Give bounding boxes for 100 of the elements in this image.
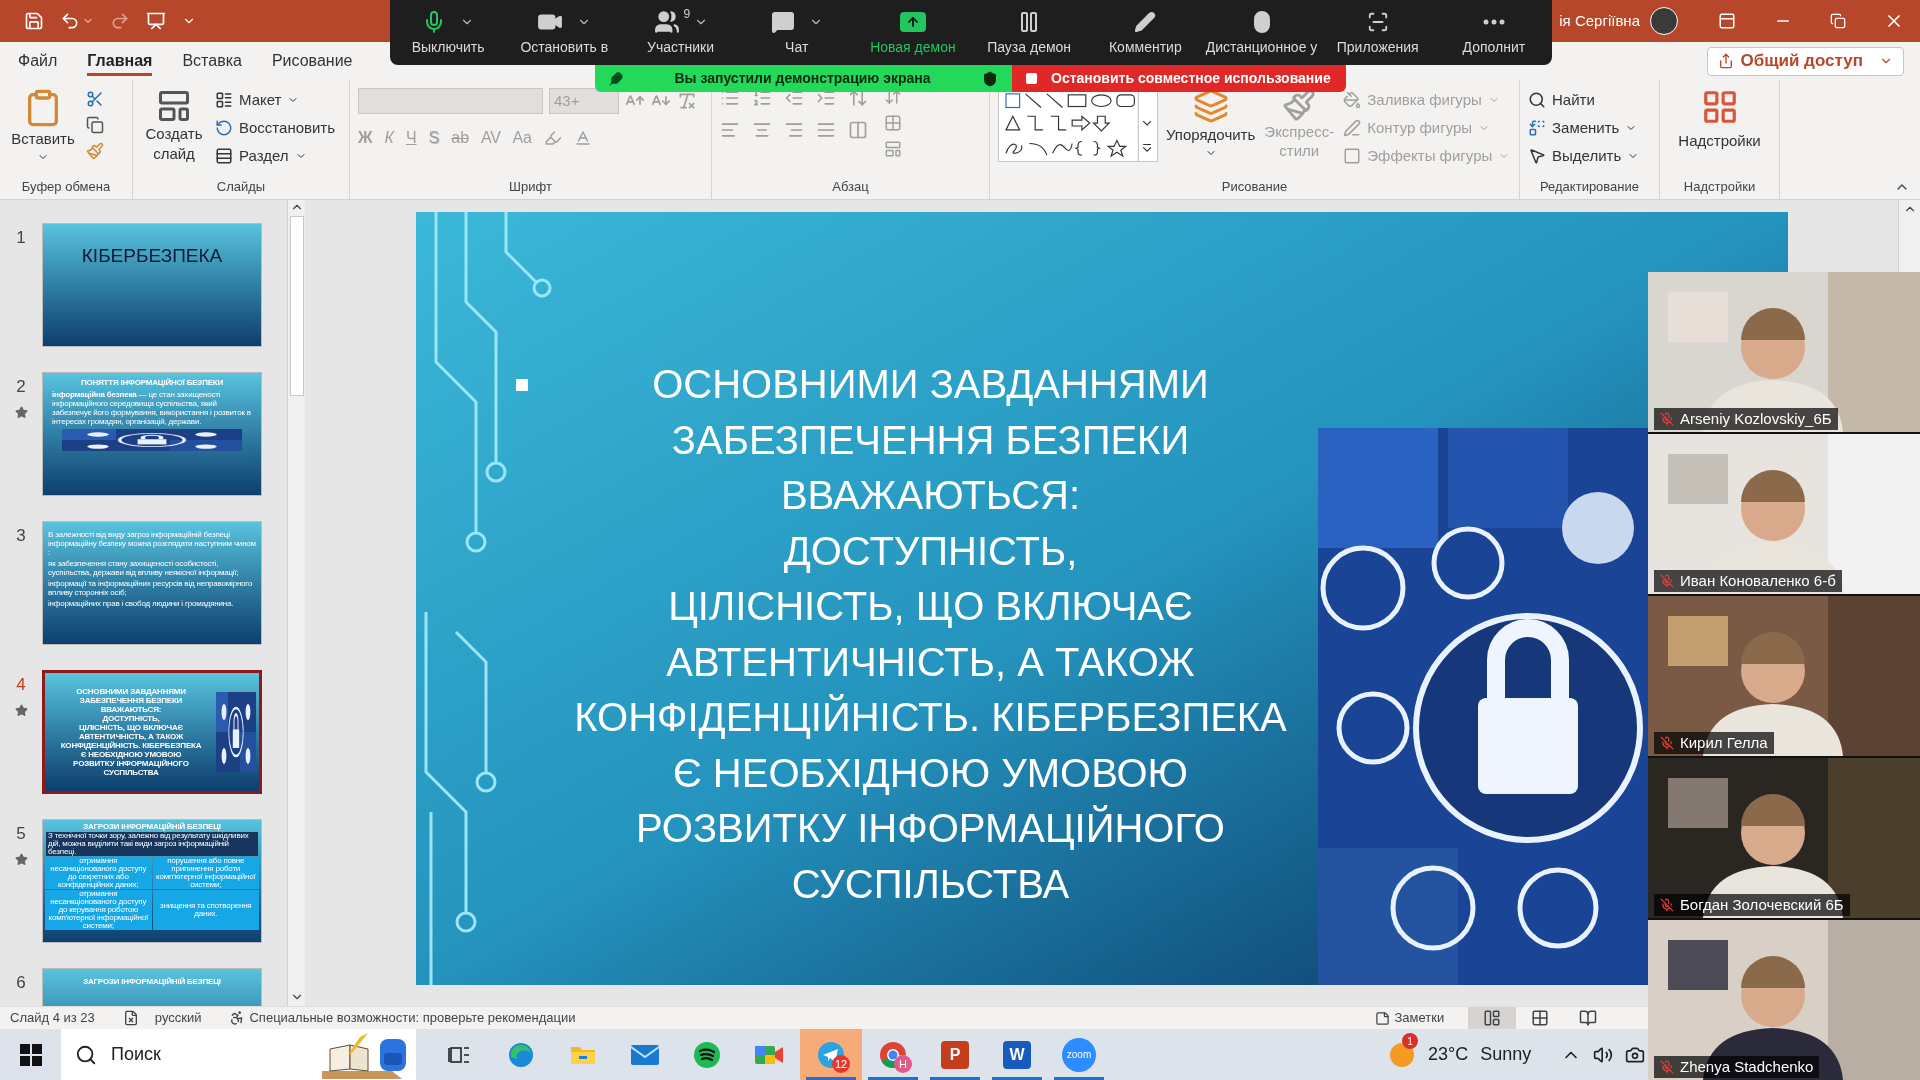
accessibility-status[interactable]: Специальные возможности: проверьте рекомендации [249,1008,576,1028]
search-field[interactable]: Поиск [61,1029,416,1080]
slide-text: інформаційна безпека — це стан захищеності інформаційного середовища суспільства, який забезпечує його формування, використання і розвиток в інтересах громадян, організацій, держави. [52,390,252,426]
running-indicator [1054,1077,1104,1080]
highlighter-icon[interactable] [544,129,562,147]
ribbon-display-icon[interactable] [1718,12,1736,30]
slide-thumbnail[interactable] [42,372,262,496]
slides-option[interactable]: Макет [215,88,336,112]
font-color-icon[interactable] [574,129,592,147]
toolbar-button[interactable]: Чат [738,0,855,65]
justify-icon[interactable] [816,120,836,140]
running-indicator [806,1077,856,1080]
format-painter-icon[interactable] [86,142,104,160]
group-label: Редактирование [1540,178,1639,196]
intro-box: З технічної точки зору, залежно від результату шкідливих дій, можна виділити такі види загроз інформаційній безпеці. [46,832,258,856]
notification-badge: H [894,1055,912,1073]
document-app-icon[interactable]: W [1003,1040,1031,1069]
slide-title: ЗАГРОЗИ ІНФОРМАЦІЙНІЙ БЕЗПЕЦІ [83,977,221,988]
more-icon [1482,19,1505,25]
menu-tab[interactable]: Вставка [182,46,242,76]
toolbar-button[interactable]: Приложения [1319,0,1436,65]
menu-tab[interactable]: Главная [87,46,153,76]
new-slide-button[interactable]: Создать слайд [141,88,207,164]
presentation-app-icon[interactable]: P [941,1040,969,1069]
table-cell: отримання несанкціонованого доступу до керування роботою комп'ютерної інформаційної системи; [45,890,152,930]
present-icon[interactable] [146,11,166,31]
toolbar-button[interactable]: Выключить [390,0,507,65]
cut-icon[interactable] [86,90,104,108]
slide-thumbnail[interactable]: ОСНОВНИМИ ЗАВДАННЯМИ ЗАБЕЗПЕЧЕННЯ БЕЗПЕКИ ВВАЖАЮТЬСЯ: ДОСТУПНІСТЬ, ЦІЛІСНІСТЬ, ЩО ВКЛЮЧАЄ АВТЕНТИЧНІСТЬ, А ТАКОЖ КОНФІДЕНЦІЙНІСТЬ. КІБЕРБЕЗПЕКА Є НЕОБХІДНОЮ УМОВОЮ РОЗВИТКУ ІНФОРМАЦІЙНОГО СУСПІЛЬСТВА [42,670,262,794]
language-label[interactable]: русский [154,1008,202,1028]
menu-tab[interactable]: Рисование [271,46,353,76]
toolbar-button[interactable]: Дистанционное у [1203,0,1320,65]
participant-name: Zhenya Stadchenko [1680,1056,1814,1077]
slide-number: 6 [16,972,26,994]
slide-layout-icon [156,88,192,124]
book-icon [1579,1009,1598,1027]
scrollbar-thumb[interactable] [289,216,304,396]
taskbar-app[interactable]: W [986,1029,1048,1080]
toolbar-button[interactable]: Комментир [1087,0,1204,65]
view-button[interactable] [1468,1006,1517,1030]
toolbar-button[interactable]: Новая демон [854,0,971,65]
notification-badge: 1 [1402,1033,1418,1049]
weather-condition: Sunny [1480,1043,1532,1066]
align-left-icon[interactable] [720,120,740,140]
copy-icon[interactable] [86,116,104,134]
grid-view-icon [1531,1009,1550,1027]
group-label: Рисование [1221,178,1288,196]
start-icon[interactable] [20,1043,42,1066]
outline-icon [1343,119,1362,137]
menu-tab[interactable]: Файл [18,46,58,76]
restore-icon[interactable] [1830,13,1846,29]
share-button[interactable]: Общий доступ [1707,46,1904,76]
weather-temperature: 23°C [1428,1043,1469,1066]
align-center-icon[interactable] [752,120,772,140]
font-size-field: 43+ [549,88,619,114]
editing-option[interactable]: Выделить [1528,144,1640,168]
group-label: Шрифт [509,178,552,196]
slide-title: ПОНЯТТЯ ІНФОРМАЦІЙНОЇ БЕЗПЕКИ [80,378,224,387]
normal-view-icon [1483,1009,1502,1027]
addins-button[interactable]: Надстройки [1668,88,1771,153]
toolbar-button[interactable]: Остановить в [506,0,623,65]
slide-thumbnail[interactable]: КІБЕРБЕЗПЕКА [42,223,262,347]
slides-option[interactable]: Восстановить [215,116,336,140]
slide-thumbnail[interactable] [42,521,262,645]
notification-badge: 12 [832,1055,851,1073]
browser-icon[interactable] [507,1040,535,1069]
search-icon [1528,91,1546,109]
paste-button[interactable]: Вставить [8,88,78,163]
slide-text: як забезпечення стану захищеності особистості, суспільства, держави від впливу неякісної інформації; [48,559,240,577]
editing-option[interactable]: Найти [1528,88,1640,112]
search-icon [75,1043,97,1066]
group-label: Буфер обмена [21,178,111,196]
save-icon[interactable] [24,11,44,31]
taskbar-app[interactable]: H [862,1029,924,1080]
group-label: Абзац [832,178,869,196]
section-icon [215,147,233,165]
slide-thumbnail[interactable] [42,819,262,943]
slide-number: 2 [16,376,26,398]
table-cell: порушення або повне припинення роботи комп'ютерної інформаційної системи; [152,857,259,889]
clear-formatting-icon[interactable] [677,91,697,111]
slide-text: інформаційних прав і свобод людини і громадянина. [48,599,235,608]
music-icon[interactable] [693,1040,721,1069]
layout-icon [215,91,233,109]
taskbar-app[interactable]: 12 [800,1029,862,1080]
running-indicator [992,1077,1042,1080]
undo-icon[interactable] [60,11,80,31]
toolbar-button[interactable]: 9 Участники [622,0,739,65]
toolbar-button[interactable]: Пауза демон [971,0,1088,65]
speaker-icon[interactable] [1593,1044,1614,1065]
columns-icon[interactable] [848,120,868,140]
stop-sharing-button[interactable]: Остановить совместное использование [1012,65,1346,92]
spelling-icon[interactable] [122,1010,139,1026]
slide-number: 3 [16,525,26,547]
align-right-icon[interactable] [784,120,804,140]
taskbar-app[interactable]: P [924,1029,986,1080]
editing-option[interactable]: Заменить [1528,116,1640,140]
slides-option[interactable]: Раздел [215,144,336,168]
toolbar-button[interactable]: Дополнит [1435,0,1553,65]
notes-button[interactable]: Заметки [1375,1008,1445,1028]
slide-number: 1 [16,227,26,249]
